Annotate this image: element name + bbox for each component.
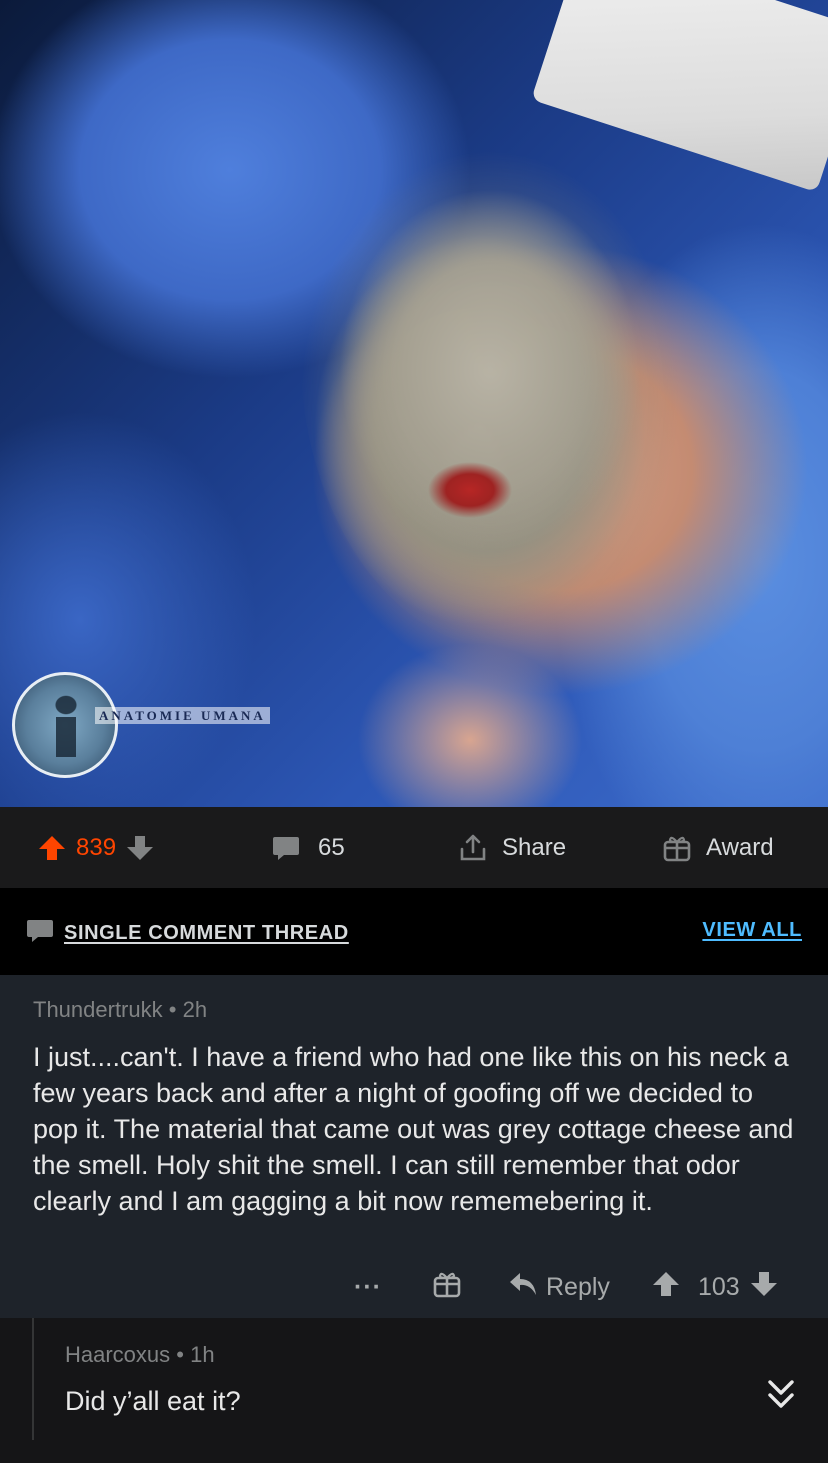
share-button[interactable]: Share	[458, 807, 566, 888]
reply-label: Reply	[546, 1272, 610, 1301]
media-subject	[300, 150, 680, 650]
chevron-double-down-icon[interactable]	[766, 1376, 796, 1412]
comment-meta: Thundertrukk • 2h	[33, 997, 207, 1023]
reply-button[interactable]: Reply	[508, 1267, 610, 1307]
gift-icon	[662, 833, 692, 863]
thread-line[interactable]	[32, 1318, 34, 1440]
single-thread-label: SINGLE COMMENT THREAD	[64, 922, 349, 944]
comment-author[interactable]: Thundertrukk	[33, 997, 163, 1022]
meta-separator: •	[176, 1342, 191, 1367]
upvote-icon[interactable]	[652, 1270, 680, 1305]
comment-icon	[26, 918, 54, 949]
channel-logo	[12, 672, 118, 778]
comment-bubble-icon	[272, 834, 300, 862]
share-icon	[458, 833, 488, 863]
reply-arrow-icon	[508, 1271, 538, 1304]
vote-group: 839	[38, 807, 154, 888]
comment-body: I just....can't. I have a friend who had…	[33, 1042, 794, 1216]
post-media[interactable]: ANATOMIE UMANA	[0, 0, 828, 807]
gift-icon	[432, 1269, 462, 1306]
share-label: Share	[502, 833, 567, 861]
comment-author[interactable]: Haarcoxus	[65, 1342, 170, 1367]
award-button[interactable]: Award	[662, 807, 774, 888]
thread-header: SINGLE COMMENT THREAD VIEW ALL	[0, 888, 828, 975]
media-watermark: ANATOMIE UMANA	[95, 707, 270, 724]
anatomy-figure-icon	[49, 693, 83, 763]
comments-button[interactable]: 65	[272, 807, 345, 888]
comment-meta: Haarcoxus • 1h	[65, 1342, 215, 1368]
single-thread-indicator: SINGLE COMMENT THREAD	[26, 918, 349, 949]
more-options-button[interactable]: ···	[354, 1267, 382, 1307]
upvote-icon[interactable]	[38, 834, 66, 862]
comment-time: 1h	[190, 1342, 215, 1367]
post-vote-count: 839	[76, 833, 117, 861]
comment-vote-group: 103	[652, 1267, 778, 1307]
comment-time: 2h	[182, 997, 208, 1022]
comment-body: Did y’all eat it?	[65, 1386, 241, 1416]
downvote-icon[interactable]	[126, 834, 154, 862]
surgical-drape	[531, 0, 828, 193]
award-label: Award	[706, 833, 774, 861]
reply-comment: Haarcoxus • 1h Did y’all eat it?	[0, 1318, 828, 1463]
award-comment-button[interactable]	[432, 1267, 462, 1307]
meta-separator: •	[168, 997, 183, 1022]
post-comment-count: 65	[318, 833, 345, 861]
view-all-link[interactable]: VIEW ALL	[702, 919, 802, 942]
post-action-bar: 839 65 Share Award	[0, 807, 828, 888]
comment: Thundertrukk • 2h I just....can't. I hav…	[0, 975, 828, 1318]
downvote-icon[interactable]	[750, 1270, 778, 1305]
comment-score: 103	[698, 1272, 740, 1301]
